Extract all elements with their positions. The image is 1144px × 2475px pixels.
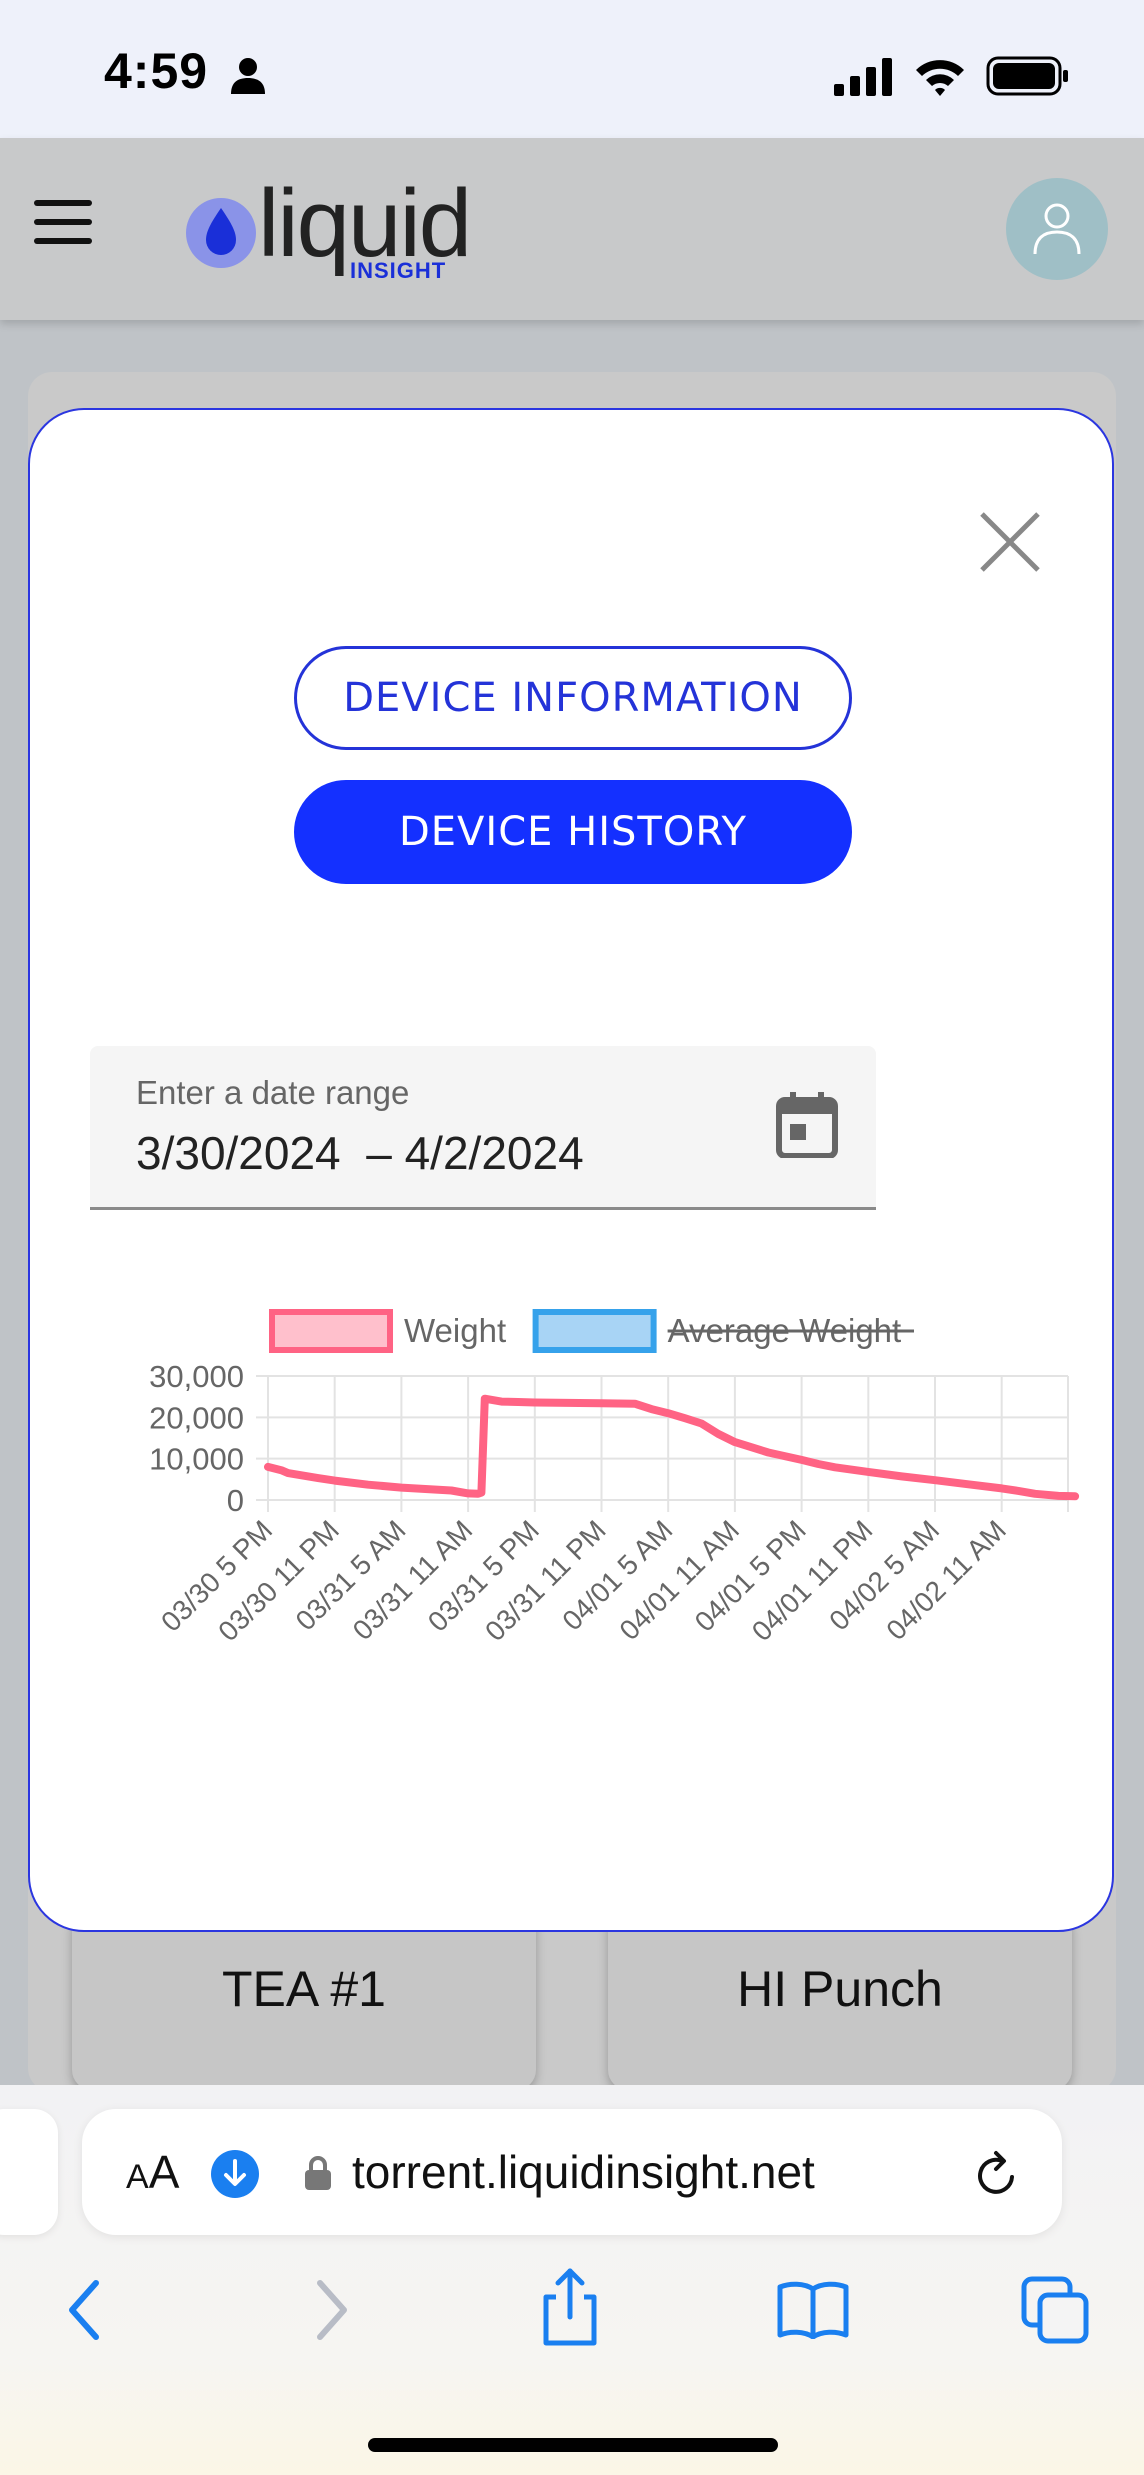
- y-tick-label: 0: [227, 1483, 244, 1518]
- forward-icon[interactable]: [312, 2277, 352, 2343]
- device-history-chart: Weight Average Weight03/30 5 PM03/30 11 P…: [149, 1309, 1080, 1647]
- device-history-button[interactable]: DEVICE HISTORY: [294, 780, 852, 884]
- address-bar[interactable]: AA torrent.liquidinsight.net: [82, 2109, 1062, 2235]
- cellular-signal-icon: [834, 58, 892, 96]
- battery-icon: [986, 56, 1068, 96]
- calendar-icon[interactable]: [776, 1092, 838, 1158]
- previous-tab-preview[interactable]: [0, 2109, 58, 2235]
- date-separator: –: [366, 1127, 392, 1179]
- back-icon[interactable]: [64, 2277, 104, 2343]
- url-text[interactable]: torrent.liquidinsight.net: [352, 2145, 815, 2199]
- hamburger-menu-icon[interactable]: [34, 198, 92, 246]
- browser-toolbar: AA torrent.liquidinsight.net: [0, 2085, 1144, 2475]
- y-tick-label: 30,000: [149, 1359, 244, 1394]
- status-bar: 4:59: [0, 0, 1144, 138]
- lock-icon: [305, 2156, 331, 2190]
- product-card[interactable]: HI Punch: [608, 1910, 1072, 2090]
- reload-icon[interactable]: [972, 2149, 1020, 2199]
- person-icon: [231, 58, 265, 94]
- product-card[interactable]: TEA #1: [72, 1910, 536, 2090]
- date-range-label: Enter a date range: [136, 1074, 410, 1111]
- home-indicator: [368, 2438, 778, 2452]
- device-information-button[interactable]: DEVICE INFORMATION: [294, 646, 852, 750]
- share-icon[interactable]: [540, 2267, 600, 2347]
- legend-label[interactable]: Weight: [404, 1312, 506, 1349]
- product-name: TEA #1: [222, 1961, 386, 2017]
- product-name: HI Punch: [737, 1961, 943, 2017]
- legend-swatch[interactable]: [269, 1309, 393, 1353]
- status-time: 4:59: [104, 43, 209, 99]
- tabs-icon[interactable]: [1020, 2275, 1090, 2345]
- liquid-insight-logo[interactable]: liquid INSIGHT: [184, 176, 474, 288]
- app-header: liquid INSIGHT: [0, 138, 1144, 320]
- date-range-field[interactable]: Enter a date range 3/30/2024 – 4/2/2024: [90, 1046, 876, 1210]
- date-range-value[interactable]: 3/30/2024 – 4/2/2024: [136, 1126, 584, 1180]
- reader-text-size-button[interactable]: AA: [126, 2145, 179, 2199]
- water-drop-logo-icon: [186, 198, 256, 268]
- legend-swatch[interactable]: [532, 1309, 657, 1353]
- y-tick-label: 10,000: [149, 1442, 244, 1477]
- bookmarks-icon[interactable]: [776, 2279, 850, 2339]
- logo-subtitle: INSIGHT: [350, 258, 447, 283]
- date-end[interactable]: 4/2/2024: [405, 1127, 584, 1179]
- series-line-weight[interactable]: [264, 1394, 1080, 1501]
- device-modal: DEVICE INFORMATION DEVICE HISTORY Enter …: [28, 408, 1114, 1932]
- wifi-icon: [916, 60, 964, 96]
- user-icon: [1033, 203, 1081, 255]
- close-icon[interactable]: [978, 510, 1042, 574]
- date-start[interactable]: 3/30/2024: [136, 1127, 341, 1179]
- download-icon[interactable]: [210, 2149, 260, 2199]
- user-avatar[interactable]: [1006, 178, 1108, 280]
- y-tick-label: 20,000: [149, 1400, 244, 1435]
